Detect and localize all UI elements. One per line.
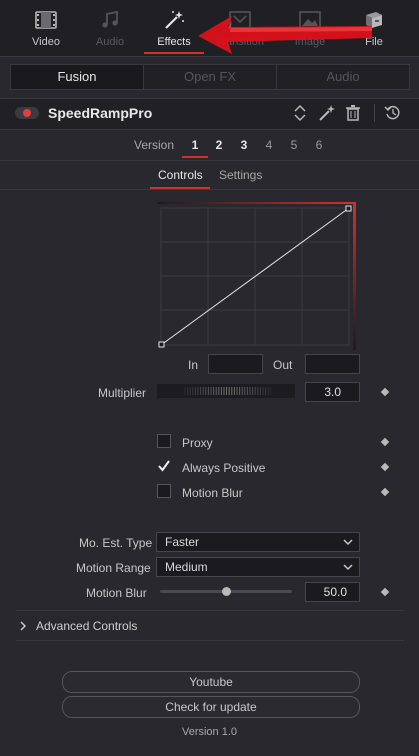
magic-wand-icon[interactable] <box>318 104 336 122</box>
sort-arrows-icon[interactable] <box>291 104 309 122</box>
keyframe-diamond[interactable] <box>380 487 390 497</box>
in-field[interactable] <box>208 354 263 374</box>
keyframe-diamond[interactable] <box>380 437 390 447</box>
tab-label: Video <box>32 36 60 48</box>
motion-blur-value: 50.0 <box>323 585 347 599</box>
segment-open-fx[interactable]: Open FX <box>143 64 277 90</box>
motion-blur-checkbox-label: Motion Blur <box>182 486 243 500</box>
proxy-checkbox[interactable] <box>157 434 171 448</box>
multiplier-label: Multiplier <box>98 386 147 400</box>
advanced-controls-label: Advanced Controls <box>36 619 138 633</box>
curve-point-end[interactable] <box>345 205 352 212</box>
always-positive-label: Always Positive <box>182 461 266 475</box>
plugin-title: SpeedRampPro <box>48 105 153 121</box>
motion-blur-label: Motion Blur <box>86 586 147 600</box>
trash-icon[interactable] <box>344 104 362 122</box>
toggle-dot <box>23 109 31 117</box>
motion-range-dropdown[interactable]: Medium <box>156 557 360 577</box>
chevron-down-icon <box>343 564 353 571</box>
motion-blur-checkbox[interactable] <box>157 484 171 498</box>
mo-est-type-label: Mo. Est. Type <box>79 536 153 550</box>
segment-fusion[interactable]: Fusion <box>10 64 144 90</box>
dropdown-value: Medium <box>165 560 208 574</box>
divider <box>16 640 404 641</box>
mo-est-type-dropdown[interactable]: Faster <box>156 532 360 552</box>
in-label: In <box>188 358 199 372</box>
header-divider <box>374 104 375 122</box>
keyframe-diamond[interactable] <box>380 587 390 597</box>
tab-video[interactable]: Video <box>12 0 80 56</box>
checkmark-icon <box>158 460 170 472</box>
out-field[interactable] <box>305 354 360 374</box>
motion-blur-value-field[interactable]: 50.0 <box>305 582 360 602</box>
enable-toggle[interactable] <box>15 107 39 119</box>
version-5[interactable]: 5 <box>287 138 301 152</box>
segment-label: Open FX <box>183 69 237 84</box>
out-label: Out <box>273 358 293 372</box>
keyframe-diamond[interactable] <box>380 387 390 397</box>
check-for-update-button[interactable]: Check for update <box>62 696 360 718</box>
version-1[interactable]: 1 <box>188 138 202 152</box>
chevron-down-icon <box>343 539 353 546</box>
magic-wand-icon <box>165 11 184 29</box>
version-3[interactable]: 3 <box>237 138 251 152</box>
music-note-icon <box>102 10 118 28</box>
divider <box>0 160 419 161</box>
keyframe-diamond[interactable] <box>380 462 390 472</box>
chevron-right-icon <box>20 621 27 631</box>
multiplier-value: 3.0 <box>324 385 341 399</box>
motion-range-label: Motion Range <box>76 561 151 575</box>
annotation-arrow <box>198 16 372 54</box>
tab-audio[interactable]: Audio <box>76 0 144 56</box>
tab-settings[interactable]: Settings <box>219 168 262 182</box>
curve-point-start[interactable] <box>158 341 165 348</box>
advanced-controls-toggle[interactable]: Advanced Controls <box>16 613 404 639</box>
multiplier-jog-wheel[interactable] <box>157 384 295 398</box>
motion-blur-slider-track[interactable] <box>160 587 292 596</box>
version-6[interactable]: 6 <box>312 138 326 152</box>
multiplier-value-field[interactable]: 3.0 <box>305 382 360 402</box>
version-4[interactable]: 4 <box>262 138 276 152</box>
version-2[interactable]: 2 <box>212 138 226 152</box>
film-icon <box>35 11 57 29</box>
version-footer: Version 1.0 <box>181 726 238 738</box>
always-positive-checkbox[interactable] <box>157 459 171 473</box>
segment-label: Fusion <box>57 69 97 84</box>
segment-audio[interactable]: Audio <box>276 64 410 90</box>
reset-icon[interactable] <box>384 104 402 122</box>
motion-blur-slider-handle[interactable] <box>221 587 231 596</box>
dropdown-value: Faster <box>165 535 200 549</box>
segment-label: Audio <box>326 69 360 84</box>
youtube-button[interactable]: Youtube <box>62 671 360 693</box>
divider <box>0 189 419 190</box>
divider <box>16 610 404 611</box>
tab-controls[interactable]: Controls <box>158 168 203 182</box>
curve-editor[interactable] <box>157 202 356 350</box>
proxy-label: Proxy <box>182 436 213 450</box>
version-label: Version <box>134 138 175 152</box>
version-selected-indicator <box>182 156 208 158</box>
tab-label: Audio <box>95 36 125 48</box>
